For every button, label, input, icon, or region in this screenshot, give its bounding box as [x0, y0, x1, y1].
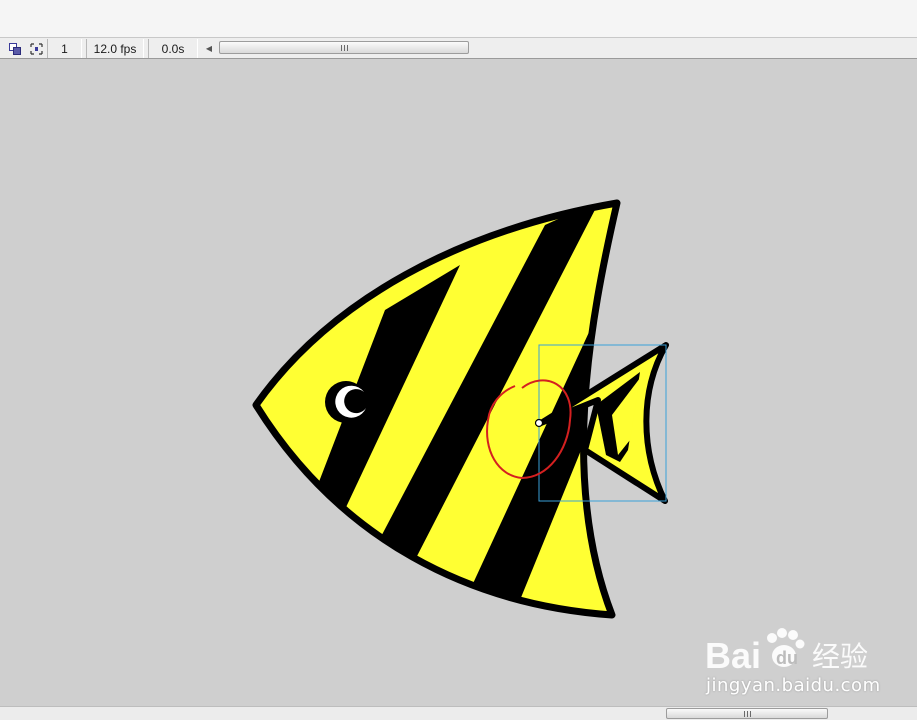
fish-artwork — [252, 199, 669, 619]
center-frame-icon[interactable] — [28, 41, 44, 56]
grip-icon — [743, 710, 751, 717]
watermark-logo-text: Bai — [705, 635, 761, 676]
frame-rate-field[interactable]: 12.0 fps — [86, 39, 144, 58]
scroll-left-arrow-icon[interactable]: ◀ — [203, 41, 215, 55]
horizontal-scrollbar[interactable] — [0, 706, 917, 720]
elapsed-time-field: 0.0s — [148, 39, 198, 58]
stage-canvas[interactable] — [0, 60, 917, 706]
top-panel — [0, 0, 917, 37]
watermark-url: jingyan.baidu.com — [706, 675, 881, 696]
timeline-scrollbar-thumb[interactable] — [219, 41, 469, 54]
watermark-chinese-text: 经验 — [812, 640, 868, 673]
horizontal-scrollbar-thumb[interactable] — [666, 708, 828, 719]
fish-eye — [325, 381, 367, 423]
watermark-logo-text-2: du — [776, 648, 798, 668]
current-frame-field: 1 — [47, 39, 82, 58]
grip-icon — [340, 44, 348, 51]
timeline-status-bar: 1 12.0 fps 0.0s ◀ — [0, 37, 917, 59]
onion-skin-icon[interactable] — [7, 41, 23, 56]
